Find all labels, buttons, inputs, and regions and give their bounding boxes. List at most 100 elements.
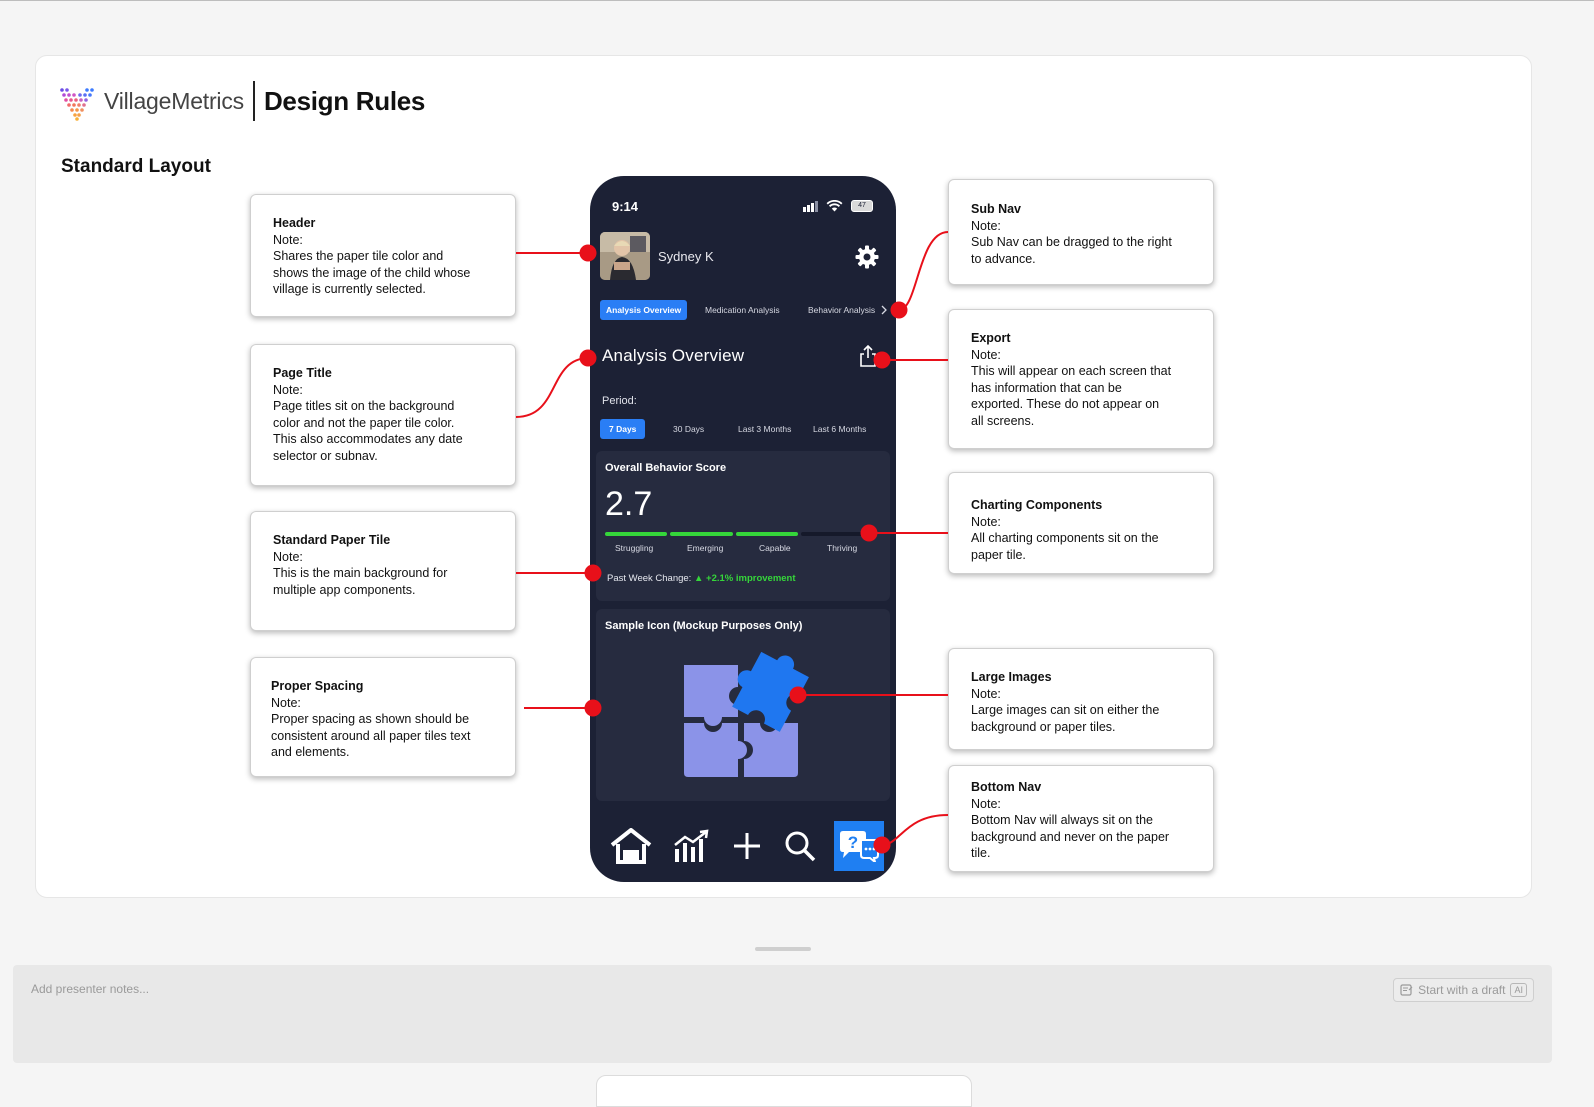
past-week-change: Past Week Change: ▲ +2.1% improvement bbox=[607, 573, 796, 584]
note-title: Bottom Nav bbox=[971, 780, 1042, 794]
wifi-icon bbox=[826, 200, 843, 212]
subnav-tab-medication-analysis[interactable]: Medication Analysis bbox=[705, 300, 780, 320]
note-export[interactable]: Export Note: This will appear on each sc… bbox=[948, 309, 1214, 449]
page-title: Analysis Overview bbox=[602, 346, 745, 365]
note-line: Shares the paper tile color and bbox=[273, 249, 444, 263]
score-bar-segment bbox=[605, 532, 668, 536]
status-icons: 47 bbox=[803, 200, 873, 212]
level-label-struggling: Struggling bbox=[615, 543, 654, 553]
note-sub-nav[interactable]: Sub Nav Note: Sub Nav can be dragged to … bbox=[948, 179, 1214, 285]
period-option-30-days[interactable]: 30 Days bbox=[673, 419, 704, 439]
brand-header: VillageMetrics Design Rules bbox=[56, 80, 425, 122]
nav-home[interactable] bbox=[608, 821, 654, 871]
draft-note-icon bbox=[1400, 984, 1413, 996]
note-line: This is the main background for bbox=[273, 566, 448, 580]
note-line: selector or subnav. bbox=[273, 448, 378, 463]
battery-level: 47 bbox=[858, 202, 866, 209]
change-label: Past Week Change: bbox=[607, 573, 692, 584]
presenter-notes-panel[interactable]: Add presenter notes... Start with a draf… bbox=[13, 965, 1552, 1063]
tile-title: Sample Icon (Mockup Purposes Only) bbox=[605, 620, 803, 632]
note-title: Header bbox=[273, 216, 316, 230]
score-bar-segment bbox=[735, 532, 798, 536]
settings-gear-icon[interactable] bbox=[854, 244, 880, 270]
period-option-7-days[interactable]: 7 Days bbox=[600, 419, 646, 439]
note-line: All charting components sit on the bbox=[971, 531, 1159, 545]
note-charting-components[interactable]: Charting Components Note: All charting c… bbox=[948, 472, 1214, 574]
note-line: color and not the paper tile color. bbox=[273, 415, 455, 430]
svg-text:?: ? bbox=[848, 833, 858, 852]
note-line: background or paper tiles. bbox=[971, 719, 1116, 734]
chevron-right-icon[interactable] bbox=[881, 305, 887, 315]
note-label: Note: bbox=[271, 695, 301, 710]
note-title: Page Title bbox=[273, 366, 332, 380]
note-page-title[interactable]: Page Title Note: Page titles sit on the … bbox=[250, 344, 516, 486]
behavior-score-value: 2.7 bbox=[605, 485, 653, 523]
nav-add[interactable] bbox=[728, 821, 766, 871]
note-line: Proper spacing as shown should be bbox=[271, 712, 470, 726]
note-line: has information that can be bbox=[971, 380, 1122, 395]
note-line: and elements. bbox=[271, 745, 350, 759]
presenter-notes-placeholder[interactable]: Add presenter notes... bbox=[31, 982, 149, 996]
note-label: Note: bbox=[971, 796, 1001, 811]
trend-up-icon: ▲ bbox=[693, 573, 704, 584]
draft-button-label: Start with a draft bbox=[1418, 983, 1506, 997]
sub-nav[interactable]: Analysis Overview Medication Analysis Be… bbox=[590, 300, 896, 320]
add-icon bbox=[734, 833, 760, 859]
resize-handle[interactable] bbox=[755, 947, 811, 951]
tile-title: Overall Behavior Score bbox=[605, 462, 727, 474]
score-bar-segment bbox=[800, 532, 863, 536]
level-label-capable: Capable bbox=[759, 543, 791, 553]
note-line: village is currently selected. bbox=[273, 282, 426, 296]
sample-icon-tile: Sample Icon (Mockup Purposes Only) bbox=[596, 609, 890, 801]
phone-mockup: 9:14 47 Sydney K Analysis Overview Medic… bbox=[590, 176, 896, 882]
period-label: Period: bbox=[602, 395, 637, 407]
export-share-icon[interactable] bbox=[858, 345, 878, 367]
deck-title: Design Rules bbox=[263, 85, 426, 116]
note-label: Note: bbox=[971, 218, 1001, 233]
puzzle-pieces-icon bbox=[684, 651, 809, 777]
note-label: Note: bbox=[273, 382, 303, 397]
nav-search[interactable] bbox=[782, 821, 818, 871]
home-icon bbox=[610, 828, 652, 864]
note-proper-spacing[interactable]: Proper Spacing Note: Proper spacing as s… bbox=[250, 657, 516, 777]
note-line: tile. bbox=[971, 846, 991, 860]
note-line: This will appear on each screen that bbox=[971, 364, 1172, 378]
note-title: Export bbox=[971, 331, 1011, 345]
search-icon bbox=[785, 831, 816, 862]
note-line: Bottom Nav will always sit on the bbox=[971, 813, 1154, 827]
bottom-toolbar-tab[interactable] bbox=[596, 1075, 972, 1107]
window-top-border bbox=[0, 0, 1594, 1]
note-label: Note: bbox=[971, 514, 1001, 529]
villagemetrics-logo-icon bbox=[60, 88, 94, 121]
ai-badge: AI bbox=[1510, 983, 1527, 997]
period-selector[interactable]: 7 Days 30 Days Last 3 Months Last 6 Mont… bbox=[590, 419, 896, 439]
change-value: +2.1% improvement bbox=[706, 573, 796, 584]
note-label: Note: bbox=[971, 686, 1001, 701]
chart-icon bbox=[674, 829, 709, 862]
score-bar-segment bbox=[670, 532, 733, 536]
brand-name: VillageMetrics bbox=[104, 87, 244, 114]
note-line: consistent around all paper tiles text bbox=[271, 728, 471, 743]
note-bottom-nav[interactable]: Bottom Nav Note: Bottom Nav will always … bbox=[948, 765, 1214, 872]
child-photo-icon bbox=[600, 232, 650, 280]
start-with-draft-button[interactable]: Start with a draft AI bbox=[1393, 978, 1534, 1002]
note-line: Large images can sit on either the bbox=[971, 703, 1160, 717]
child-name: Sydney K bbox=[658, 249, 714, 264]
note-line: paper tile. bbox=[971, 547, 1026, 562]
child-avatar[interactable] bbox=[600, 232, 650, 280]
note-line: multiple app components. bbox=[273, 582, 416, 597]
note-line: exported. These do not appear on bbox=[971, 397, 1160, 411]
behavior-score-tile: Overall Behavior Score 2.7 Struggling Em… bbox=[596, 451, 890, 601]
note-line: Page titles sit on the background bbox=[273, 399, 455, 413]
note-standard-paper-tile[interactable]: Standard Paper Tile Note: This is the ma… bbox=[250, 511, 516, 631]
note-label: Note: bbox=[971, 347, 1001, 362]
period-option-last-3-months[interactable]: Last 3 Months bbox=[738, 419, 791, 439]
period-option-last-6-months[interactable]: Last 6 Months bbox=[813, 419, 866, 439]
subnav-tab-behavior-analysis[interactable]: Behavior Analysis bbox=[808, 300, 875, 320]
subnav-tab-analysis-overview[interactable]: Analysis Overview bbox=[600, 300, 688, 320]
bottom-nav: ? bbox=[590, 821, 896, 871]
note-header[interactable]: Header Note: Shares the paper tile color… bbox=[250, 194, 516, 317]
note-large-images[interactable]: Large Images Note: Large images can sit … bbox=[948, 648, 1214, 750]
nav-analytics[interactable] bbox=[670, 821, 712, 871]
nav-help-chat[interactable]: ? bbox=[834, 821, 884, 871]
